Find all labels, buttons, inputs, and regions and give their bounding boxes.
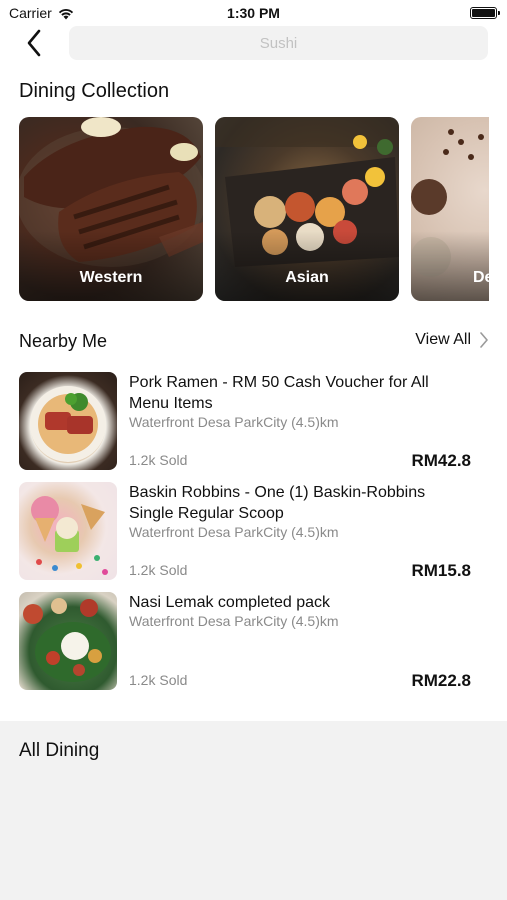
item-sold-count: 1.2k Sold	[129, 562, 188, 578]
list-item[interactable]: Baskin Robbins - One (1) Baskin-Robbins …	[19, 482, 471, 582]
ramen-thumbnail	[19, 372, 117, 470]
item-price: RM15.8	[411, 561, 471, 580]
collection-card-asian[interactable]: Asian	[215, 117, 399, 301]
item-price: RM42.8	[411, 451, 471, 470]
item-sold-count: 1.2k Sold	[129, 452, 188, 468]
collection-card-western[interactable]: Western	[19, 117, 203, 301]
item-price: RM22.8	[411, 671, 471, 690]
dining-collection-carousel[interactable]: Western Asian De	[19, 117, 489, 301]
item-sold-count: 1.2k Sold	[129, 672, 188, 688]
search-input[interactable]	[69, 26, 488, 60]
list-item[interactable]: Nasi Lemak completed pack Waterfront Des…	[19, 592, 471, 692]
item-name: Pork Ramen - RM 50 Cash Voucher for All …	[129, 374, 429, 412]
back-button[interactable]	[20, 28, 48, 58]
item-location: Waterfront Desa ParkCity (4.5)km	[129, 524, 339, 540]
all-dining-section: All Dining	[0, 721, 507, 900]
section-title-dining-collection: Dining Collection	[19, 80, 170, 102]
item-name: Baskin Robbins - One (1) Baskin-Robbins …	[129, 484, 426, 522]
view-all-label: View All	[415, 331, 471, 348]
view-all-link[interactable]: View All	[415, 331, 489, 349]
collection-card-label: Western	[79, 269, 143, 286]
battery-icon	[470, 7, 500, 19]
item-name: Nasi Lemak completed pack	[129, 594, 330, 611]
chevron-right-icon	[480, 332, 488, 348]
clock: 1:30 PM	[227, 5, 280, 21]
item-location: Waterfront Desa ParkCity (4.5)km	[129, 414, 339, 430]
section-title-all-dining: All Dining	[19, 740, 100, 761]
ice-cream-thumbnail	[19, 482, 117, 580]
list-item[interactable]: Pork Ramen - RM 50 Cash Voucher for All …	[19, 372, 471, 472]
chevron-left-icon	[27, 29, 41, 57]
collection-card-label: Asian	[285, 269, 329, 286]
collection-card-label: De	[473, 269, 489, 286]
section-title-nearby: Nearby Me	[19, 331, 108, 351]
status-bar: Carrier 1:30 PM	[0, 0, 507, 26]
item-location: Waterfront Desa ParkCity (4.5)km	[129, 613, 339, 629]
nasi-lemak-thumbnail	[19, 592, 117, 690]
collection-card-dessert[interactable]: De	[411, 117, 489, 301]
